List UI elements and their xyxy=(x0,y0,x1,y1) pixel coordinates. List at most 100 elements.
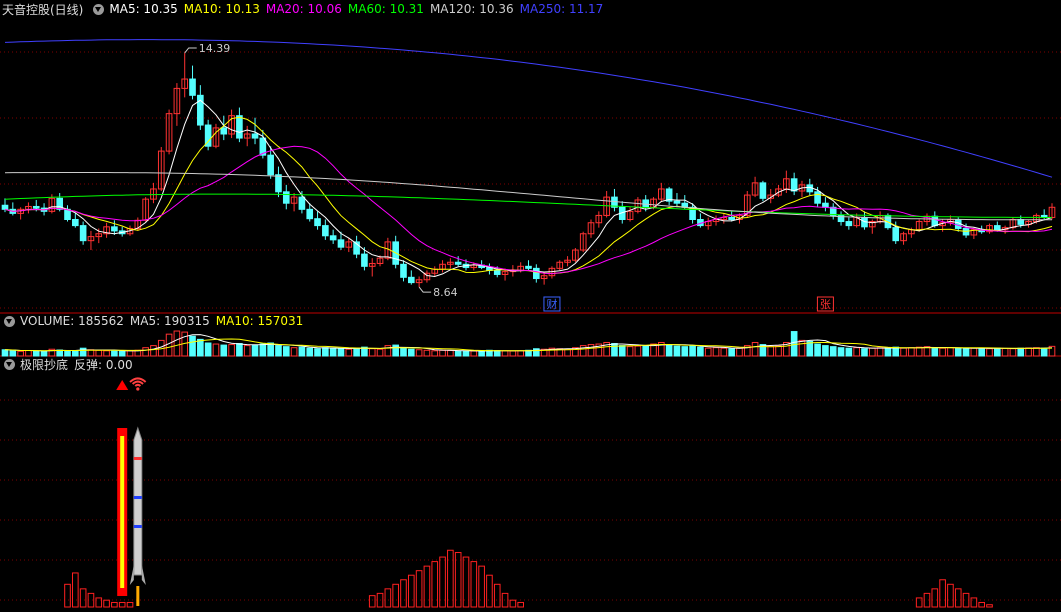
volume-bar xyxy=(689,345,696,357)
volume-bar xyxy=(17,350,24,357)
volume-bar xyxy=(728,348,735,357)
volume-bar xyxy=(32,350,40,357)
volume-bar xyxy=(220,344,228,357)
volume-bar xyxy=(736,347,743,357)
candle-body xyxy=(298,196,306,210)
volume-bar xyxy=(1025,347,1032,357)
volume-bar xyxy=(1040,347,1048,357)
volume-bar xyxy=(251,344,259,357)
volume-bar xyxy=(611,343,618,357)
candle-body xyxy=(993,225,1001,231)
volume-bar xyxy=(322,347,329,357)
volume-bar xyxy=(775,345,782,357)
indicator-bar xyxy=(978,601,985,608)
volume-bar xyxy=(665,344,673,357)
candle-body xyxy=(267,154,274,176)
volume-bar xyxy=(142,347,149,357)
volume-bar xyxy=(204,342,212,357)
volume-bar xyxy=(884,347,892,357)
ma-line-ma20 xyxy=(4,145,1053,275)
indicator-bar xyxy=(64,583,71,608)
volume-bar xyxy=(337,348,345,357)
volume-bar xyxy=(197,338,204,357)
volume-bar xyxy=(806,340,814,357)
indicator-bar xyxy=(470,561,478,608)
volume-bar xyxy=(681,346,689,357)
volume-bar xyxy=(954,347,962,357)
volume-bar xyxy=(822,345,829,357)
indicator-bar xyxy=(72,572,79,608)
volume-bar xyxy=(212,343,220,357)
candle-body xyxy=(329,235,337,241)
volume-bar xyxy=(298,346,306,357)
volume-bar xyxy=(314,348,321,357)
volume-bar xyxy=(1017,347,1025,357)
candle-body xyxy=(306,208,314,220)
candle-body xyxy=(493,269,501,275)
candle-body xyxy=(322,225,329,237)
volume-bar xyxy=(228,344,235,357)
candle-body xyxy=(32,205,40,209)
volume-bar xyxy=(876,347,884,357)
volume-bar xyxy=(40,350,48,357)
candle-body xyxy=(111,226,118,232)
indicator-bar xyxy=(368,595,376,608)
volume-bar xyxy=(829,346,837,357)
volume-bar xyxy=(704,347,712,357)
indicator-bar xyxy=(478,565,485,608)
volume-bar xyxy=(509,350,517,357)
low-label: 8.64 xyxy=(433,286,458,299)
candle-body xyxy=(282,191,290,204)
volume-bar xyxy=(118,350,126,357)
indicator-bar xyxy=(939,579,946,608)
stock-chart[interactable]: 14.398.64财张预 xyxy=(0,0,1061,612)
volume-bar xyxy=(978,347,985,357)
candle-body xyxy=(337,239,345,248)
volume-bar xyxy=(236,343,243,357)
indicator-bar xyxy=(407,574,415,608)
volume-bar xyxy=(353,347,360,357)
indicator-bar xyxy=(118,601,126,608)
volume-bar xyxy=(368,348,376,357)
volume-bar xyxy=(150,345,157,357)
volume-bar xyxy=(447,350,454,357)
volume-bar xyxy=(517,350,524,357)
candle-body xyxy=(275,174,282,193)
candle-body xyxy=(533,267,540,280)
indicator-bar xyxy=(400,579,407,608)
volume-bar xyxy=(986,348,993,357)
indicator-bar xyxy=(111,601,118,608)
candle-body xyxy=(454,261,462,265)
indicator-bar xyxy=(931,588,939,608)
volume-bar xyxy=(931,347,939,357)
volume-bar xyxy=(329,347,337,357)
indicator-bar xyxy=(986,604,993,608)
indicator-bar xyxy=(947,583,954,608)
rocket-stripe xyxy=(133,496,142,499)
volume-bar xyxy=(868,347,876,357)
rocket-stripe xyxy=(133,457,142,460)
volume-bar xyxy=(501,350,509,357)
candle-body xyxy=(525,265,532,269)
indicator-bar xyxy=(970,597,978,608)
volume-bar xyxy=(95,349,103,357)
candle-body xyxy=(400,263,407,278)
candle-body xyxy=(673,200,681,204)
candle-body xyxy=(814,191,821,204)
candle-body xyxy=(361,253,368,267)
candle-body xyxy=(1,204,9,210)
volume-bar xyxy=(431,350,439,357)
volume-bar xyxy=(939,347,946,357)
indicator-bar xyxy=(384,588,392,608)
indicator-bar xyxy=(423,565,431,608)
volume-bar xyxy=(1,349,9,357)
volume-bar xyxy=(1009,348,1017,357)
low-pointer xyxy=(418,286,432,293)
volume-bar xyxy=(751,341,759,357)
indicator-bar xyxy=(454,552,462,608)
rocket-flame xyxy=(136,586,140,606)
candle-body xyxy=(72,219,79,227)
volume-bar xyxy=(243,345,251,357)
high-pointer xyxy=(184,47,197,54)
volume-bar xyxy=(720,347,728,357)
